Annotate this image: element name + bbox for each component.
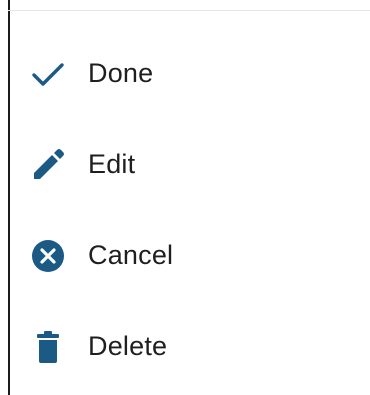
pencil-icon	[28, 145, 68, 185]
trash-icon	[28, 327, 68, 367]
panel-top-border	[8, 10, 370, 11]
menu-item-delete[interactable]: Delete	[10, 301, 370, 392]
check-icon	[28, 54, 68, 94]
menu-item-label: Edit	[88, 149, 136, 179]
action-menu: Done Edit Cancel Delete	[10, 28, 370, 392]
menu-item-label: Delete	[88, 331, 168, 361]
menu-item-done[interactable]: Done	[10, 28, 370, 119]
menu-item-edit[interactable]: Edit	[10, 119, 370, 210]
menu-item-label: Done	[88, 58, 154, 88]
menu-item-label: Cancel	[88, 240, 174, 270]
cancel-circle-icon	[28, 236, 68, 276]
menu-item-cancel[interactable]: Cancel	[10, 210, 370, 301]
